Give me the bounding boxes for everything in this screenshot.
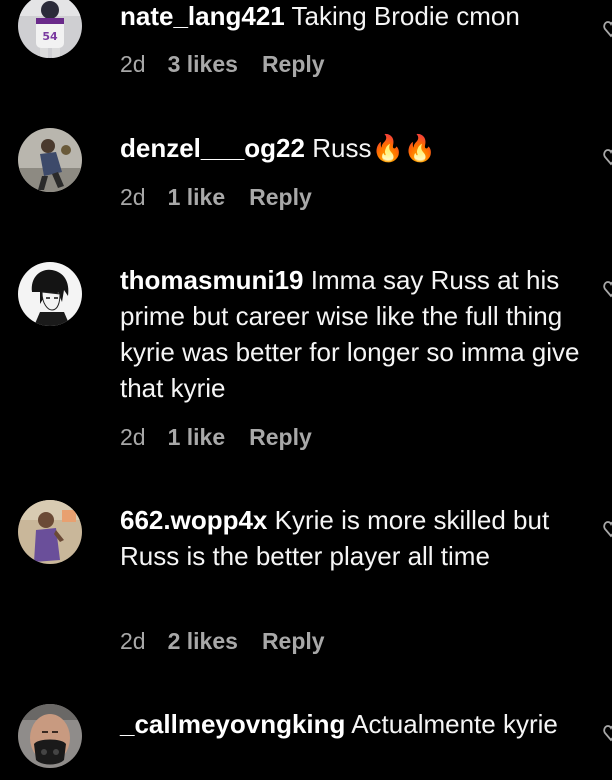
comment-age: 2d [120, 628, 146, 654]
heart-icon[interactable] [603, 280, 612, 298]
basketball-player-avatar[interactable] [18, 128, 82, 192]
comment-username[interactable]: denzel___og22 [120, 133, 305, 163]
svg-text:54: 54 [42, 30, 58, 43]
comment-username[interactable]: _callmeyovngking [120, 709, 345, 739]
comment-age: 2d [120, 424, 146, 450]
comment-body: Taking Brodie cmon [291, 1, 520, 31]
heart-icon[interactable] [603, 520, 612, 538]
reply-button[interactable]: Reply [249, 182, 312, 212]
comment-meta: 2d 2 likes Reply [120, 626, 325, 656]
likes-count-button[interactable]: 1 like [168, 182, 226, 212]
comment-text-block: thomasmuni19 Imma say Russ at his prime … [120, 262, 582, 406]
comment-text-block: denzel___og22 Russ🔥🔥 [120, 130, 582, 166]
comment-body: Russ🔥🔥 [312, 133, 437, 163]
masked-person-avatar[interactable] [18, 704, 82, 768]
person-photo-avatar[interactable] [18, 500, 82, 564]
reply-button[interactable]: Reply [262, 626, 325, 656]
comment-username[interactable]: nate_lang421 [120, 1, 285, 31]
comment-text-block: _callmeyovngking Actualmente kyrie [120, 706, 582, 742]
comment-body: Actualmente kyrie [351, 709, 558, 739]
comment-meta: 2d 1 like Reply [120, 422, 312, 452]
likes-count-button[interactable]: 2 likes [168, 626, 238, 656]
comment-username[interactable]: thomasmuni19 [120, 265, 304, 295]
reply-button[interactable]: Reply [262, 49, 325, 79]
comment-username[interactable]: 662.wopp4x [120, 505, 267, 535]
likes-count-button[interactable]: 3 likes [168, 49, 238, 79]
football-player-avatar[interactable]: 54 [18, 0, 82, 58]
anime-character-avatar[interactable] [18, 262, 82, 326]
comment-meta: 2d 3 likes Reply [120, 49, 325, 79]
comment-age: 2d [120, 51, 146, 77]
heart-icon[interactable] [603, 20, 612, 38]
heart-icon[interactable] [603, 148, 612, 166]
comment-text-block: nate_lang421 Taking Brodie cmon [120, 0, 582, 34]
comment-text-block: 662.wopp4x Kyrie is more skilled but Rus… [120, 502, 582, 574]
comment-age: 2d [120, 184, 146, 210]
comment-meta: 2d 1 like Reply [120, 182, 312, 212]
likes-count-button[interactable]: 1 like [168, 422, 226, 452]
heart-icon[interactable] [603, 724, 612, 742]
reply-button[interactable]: Reply [249, 422, 312, 452]
